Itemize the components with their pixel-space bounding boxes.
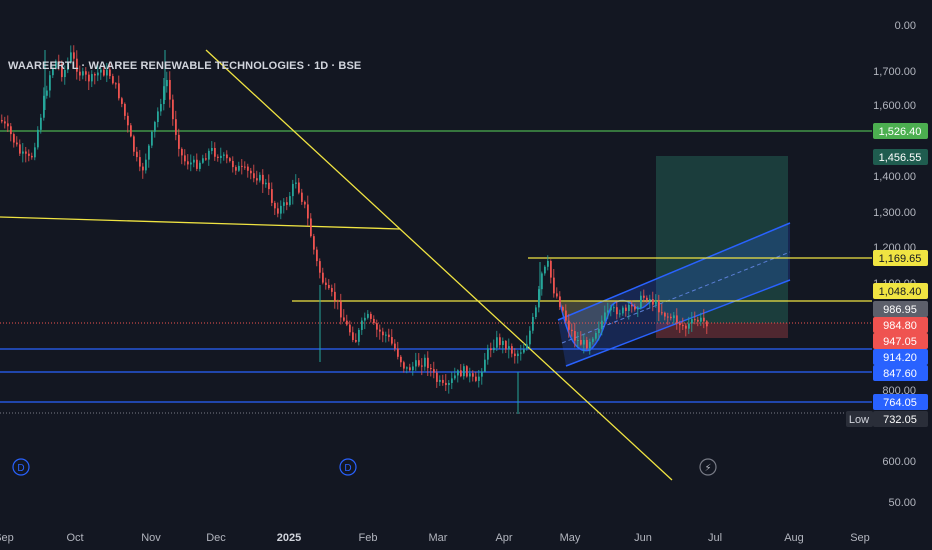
chart-background (0, 0, 932, 550)
svg-text:764.05: 764.05 (883, 397, 917, 409)
price-badge-marker: 986.95 (873, 301, 928, 317)
y-tick-label: 50.00 (888, 497, 916, 509)
x-tick-label: Sep (0, 532, 14, 544)
price-badge-horizontal-line: 914.20 (873, 349, 928, 365)
symbol-title: WAAREERTL · WAAREE RENEWABLE TECHNOLOGIE… (8, 60, 362, 72)
y-tick-label: 1,400.00 (873, 171, 916, 183)
svg-text:847.60: 847.60 (883, 368, 917, 380)
price-chart[interactable]: D D ⚡ 0.00 1,700.00 1,600.00 1,400.00 1,300.… (0, 0, 932, 550)
price-badge-horizontal-line: 1,169.65 (873, 250, 928, 266)
y-tick-label: 1,300.00 (873, 207, 916, 219)
x-tick-label: Feb (359, 532, 378, 544)
price-badge-target: 1,456.55 (873, 149, 928, 165)
candle (466, 365, 468, 378)
svg-text:732.05: 732.05 (883, 414, 917, 426)
x-tick-label: Nov (141, 532, 161, 544)
svg-text:⚡: ⚡ (704, 463, 711, 474)
svg-text:1,169.65: 1,169.65 (879, 253, 922, 265)
svg-text:D: D (344, 463, 351, 474)
y-tick-label: 1,600.00 (873, 100, 916, 112)
svg-text:984.80: 984.80 (883, 320, 917, 332)
dividend-marker-2[interactable]: D (339, 458, 357, 476)
price-badge-horizontal-line: 1,048.40 (873, 283, 928, 299)
flash-event-icon[interactable]: ⚡ (699, 458, 717, 476)
svg-text:1,048.40: 1,048.40 (879, 286, 922, 298)
stop-zone (656, 323, 788, 338)
price-badge-horizontal-line: 1,526.40 (873, 123, 928, 139)
low-tag: Low (846, 411, 873, 427)
svg-text:1,526.40: 1,526.40 (879, 126, 922, 138)
svg-text:986.95: 986.95 (883, 304, 917, 316)
y-tick-label: 600.00 (882, 456, 916, 468)
svg-text:D: D (17, 463, 24, 474)
x-tick-label: Mar (429, 532, 448, 544)
price-badge-low: 732.05 (873, 411, 928, 427)
price-badge-horizontal-line: 847.60 (873, 365, 928, 381)
x-tick-label: 2025 (277, 532, 301, 544)
x-tick-label: Jun (634, 532, 652, 544)
y-tick-label: 1,700.00 (873, 66, 916, 78)
price-badge-last-price: 984.80 (873, 317, 928, 333)
x-tick-label: Dec (206, 532, 226, 544)
price-badge-horizontal-line: 764.05 (873, 394, 928, 410)
svg-text:947.05: 947.05 (883, 336, 917, 348)
x-tick-label: May (560, 532, 581, 544)
svg-text:Low: Low (849, 414, 869, 426)
price-badge-stop: 947.05 (873, 333, 928, 349)
svg-text:1,456.55: 1,456.55 (879, 152, 922, 164)
y-tick-label: 0.00 (895, 20, 916, 32)
candle (151, 130, 153, 149)
dividend-marker-1[interactable]: D (12, 458, 30, 476)
svg-text:914.20: 914.20 (883, 352, 917, 364)
x-tick-label: Aug (784, 532, 804, 544)
x-tick-label: Sep (850, 532, 870, 544)
x-tick-label: Apr (495, 532, 512, 544)
x-tick-label: Oct (66, 532, 83, 544)
x-tick-label: Jul (708, 532, 722, 544)
